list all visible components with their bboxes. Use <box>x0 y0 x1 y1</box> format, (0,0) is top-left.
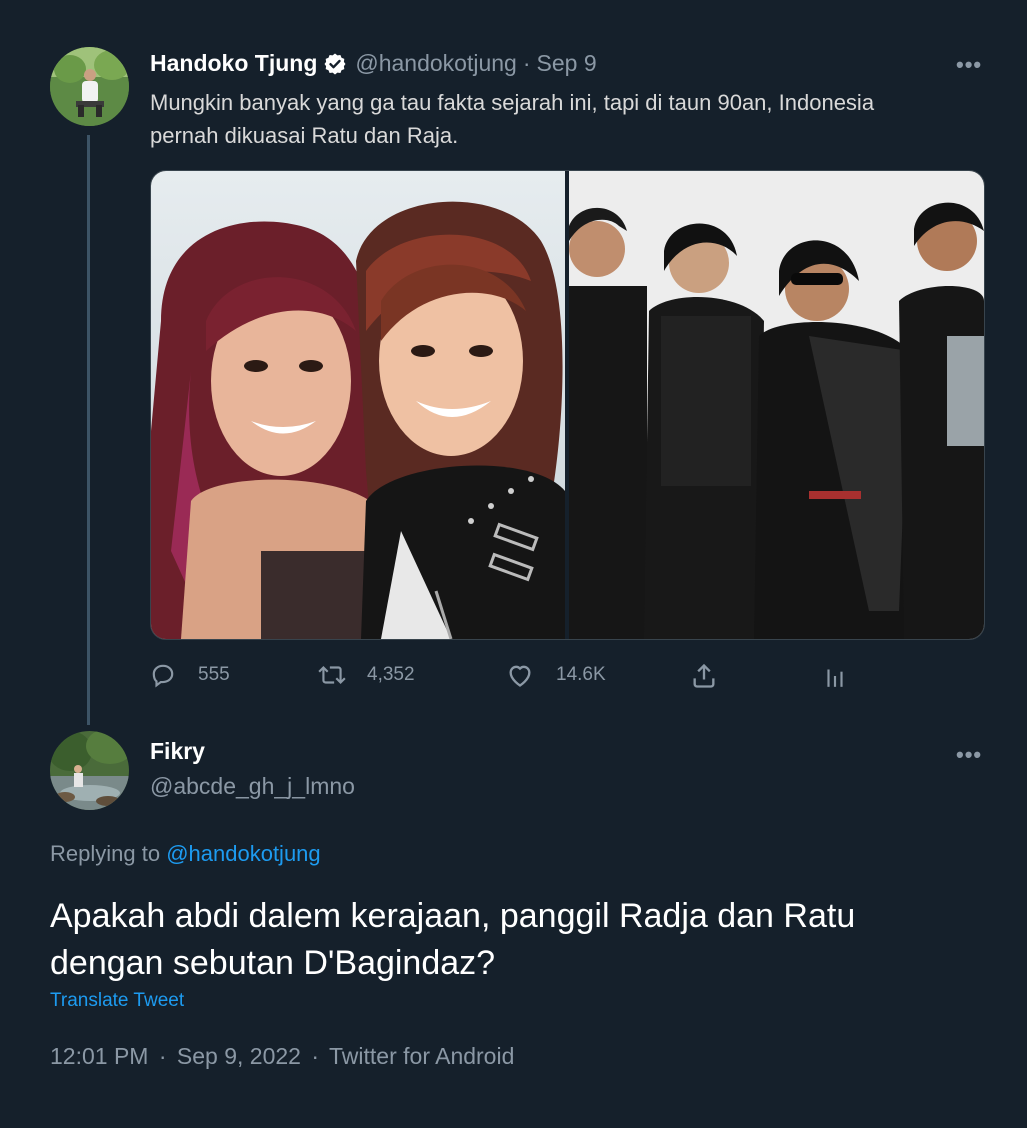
reply-handle[interactable]: @abcde_gh_j_lmno <box>150 773 355 800</box>
photo-left[interactable] <box>151 171 565 639</box>
analytics-icon <box>827 669 843 687</box>
reply-text-line: Apakah abdi dalem kerajaan, panggil Radj… <box>50 897 856 935</box>
avatar-fikry[interactable] <box>50 731 129 810</box>
share-button[interactable] <box>690 662 718 690</box>
tweet-client[interactable]: Twitter for Android <box>329 1043 514 1069</box>
tweet-media[interactable] <box>150 170 985 640</box>
reply-display-name[interactable]: Fikry <box>150 738 205 765</box>
retweet-count: 4,352 <box>367 664 415 685</box>
share-icon <box>693 663 715 688</box>
tweet-text-line: pernah dikuasai Ratu dan Raja. <box>150 123 459 148</box>
replying-to-label: Replying to <box>50 841 161 866</box>
separator-dot: · <box>522 50 531 76</box>
reply-button[interactable]: 555 <box>150 662 230 688</box>
reply-text: Apakah abdi dalem kerajaan, panggil Radj… <box>50 893 990 987</box>
like-button[interactable]: 14.6K <box>506 662 606 688</box>
tweet-header: Handoko Tjung @handokotjung · Sep 9 <box>150 50 597 77</box>
tweet-time[interactable]: 12:01 PM <box>50 1043 148 1069</box>
ellipsis-icon[interactable]: ••• <box>956 52 982 78</box>
tweet-text-line: Mungkin banyak yang ga tau fakta sejarah… <box>150 90 875 115</box>
reply-icon <box>152 664 174 688</box>
thread-connector-line <box>87 135 90 725</box>
reply-ellipsis-icon[interactable]: ••• <box>956 742 982 768</box>
photo-right[interactable] <box>569 171 984 639</box>
display-name[interactable]: Handoko Tjung <box>150 50 317 77</box>
analytics-button[interactable] <box>822 662 848 690</box>
separator-dot: · <box>311 1043 320 1069</box>
tweet-text: Mungkin banyak yang ga tau fakta sejarah… <box>150 86 980 152</box>
handle[interactable]: @handokotjung <box>355 50 516 77</box>
separator-dot: · <box>158 1043 167 1069</box>
translate-tweet-link[interactable]: Translate Tweet <box>50 990 184 1012</box>
reply-text-line: dengan sebutan D'Bagindaz? <box>50 944 496 982</box>
tweet-date[interactable]: Sep 9 <box>537 50 597 77</box>
avatar-handoko[interactable] <box>50 47 129 126</box>
verified-badge-icon <box>323 52 347 76</box>
retweet-icon <box>318 665 346 685</box>
like-count: 14.6K <box>556 664 606 685</box>
tweet-timestamp: 12:01 PM · Sep 9, 2022 · Twitter for And… <box>50 1043 514 1070</box>
reply-count: 555 <box>198 664 230 685</box>
tweet-full-date[interactable]: Sep 9, 2022 <box>177 1043 301 1069</box>
replying-to-handle-link[interactable]: @handokotjung <box>166 841 320 866</box>
heart-icon <box>509 665 531 687</box>
replying-to: Replying to @handokotjung <box>50 841 321 867</box>
retweet-button[interactable]: 4,352 <box>317 662 415 688</box>
